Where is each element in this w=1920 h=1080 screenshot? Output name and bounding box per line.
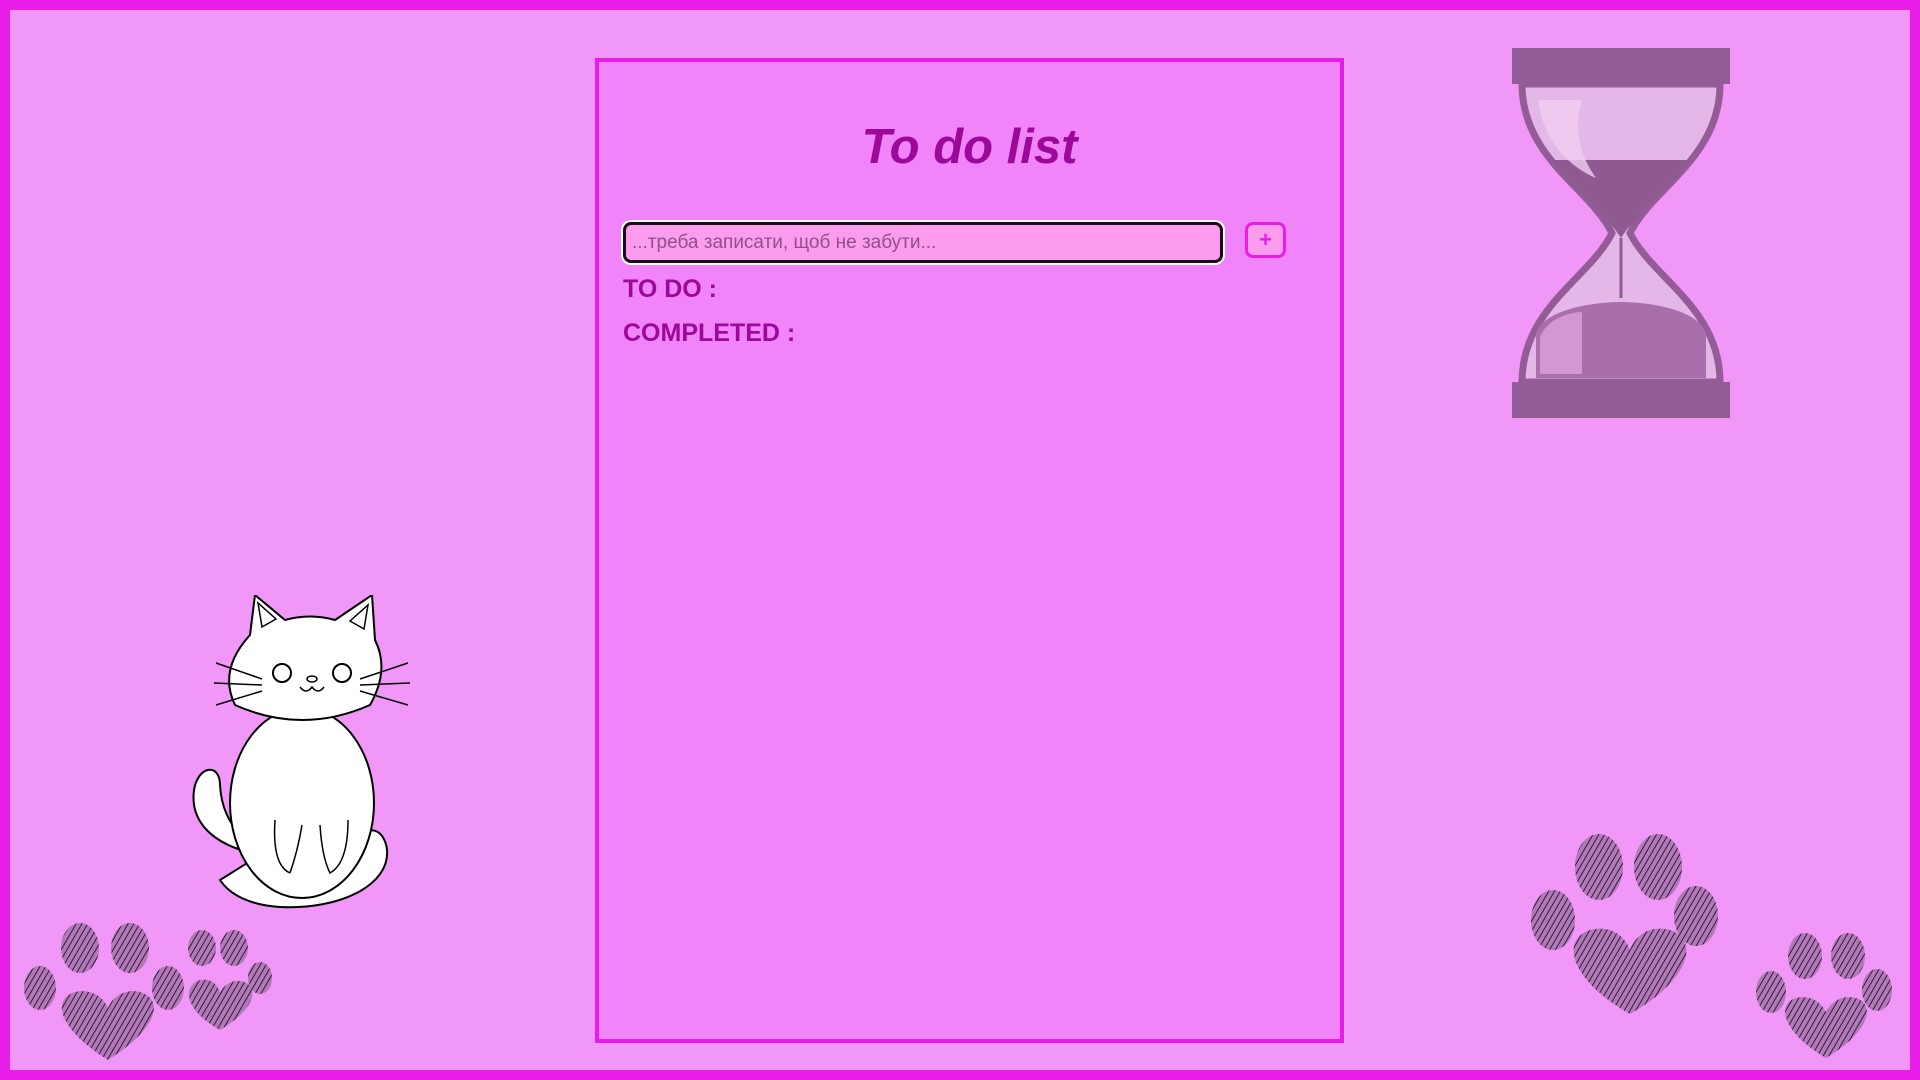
- paw-prints-icon: [1531, 834, 1892, 1058]
- page-frame: To do list + TO DO : COMPLETED :: [0, 0, 1920, 1080]
- hourglass-icon: [1512, 48, 1730, 418]
- page-title: To do list: [861, 120, 1078, 174]
- todo-section-label: TO DO :: [623, 275, 717, 303]
- paw-prints-icon: [24, 923, 272, 1060]
- add-task-button[interactable]: +: [1245, 222, 1286, 258]
- completed-section-label: COMPLETED :: [623, 319, 796, 347]
- todo-card: To do list + TO DO : COMPLETED :: [595, 58, 1344, 1043]
- cat-icon: [192, 595, 411, 909]
- task-input[interactable]: [623, 222, 1223, 263]
